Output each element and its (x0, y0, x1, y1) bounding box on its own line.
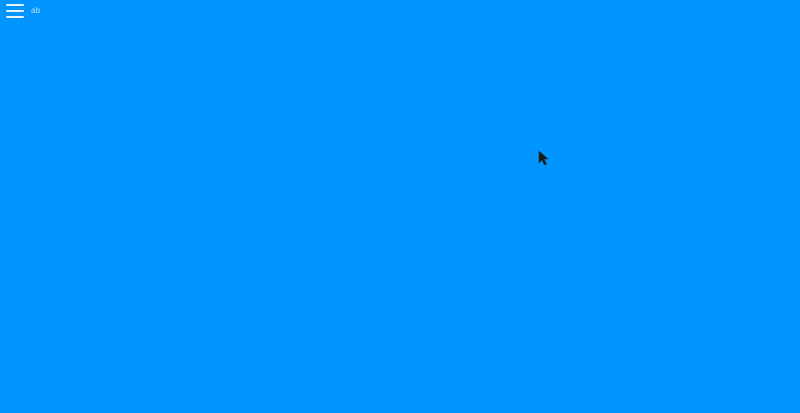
mouse-pointer-icon (538, 150, 549, 166)
desktop-screen: ab (0, 0, 800, 413)
top-toolbar: ab (0, 0, 40, 22)
hamburger-menu-icon (6, 4, 24, 6)
hamburger-menu-icon-line (6, 16, 24, 18)
menu-button[interactable] (6, 3, 24, 19)
hamburger-menu-icon-line (6, 10, 24, 12)
toolbar-label: ab (31, 6, 41, 15)
